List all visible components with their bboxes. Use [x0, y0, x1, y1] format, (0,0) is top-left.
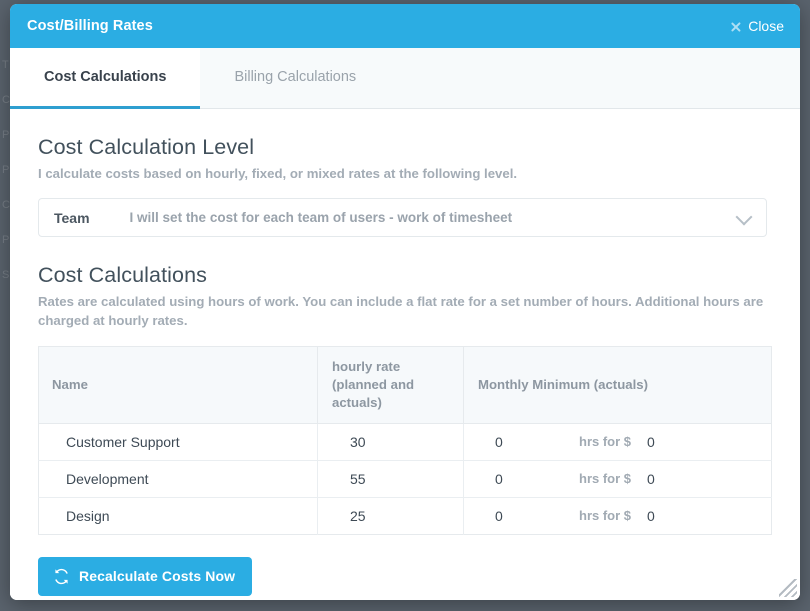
recalculate-costs-label: Recalculate Costs Now — [79, 568, 235, 584]
dialog-title: Cost/Billing Rates — [27, 18, 153, 34]
cell-monthly-minimum: 0 hrs for $ 0 — [464, 423, 772, 460]
cost-calculation-level-title: Cost Calculation Level — [38, 135, 776, 160]
dialog-resize-handle[interactable] — [779, 579, 797, 597]
monthly-minimum-label: hrs for $ — [579, 434, 631, 449]
table-row: Customer Support 30 0 hrs for $ 0 — [39, 423, 772, 460]
column-header-hourly-rate: hourly rate (planned and actuals) — [318, 347, 464, 423]
table-row: Development 55 0 hrs for $ 0 — [39, 460, 772, 497]
cost-rates-table: Name hourly rate (planned and actuals) M… — [38, 346, 772, 534]
monthly-minimum-hours-input[interactable]: 0 — [495, 471, 579, 487]
cost-calculation-level-selected-value: Team — [39, 210, 90, 226]
table-header-row: Name hourly rate (planned and actuals) M… — [39, 347, 772, 423]
column-header-name: Name — [39, 347, 318, 423]
cost-calculation-level-description: I calculate costs based on hourly, fixed… — [38, 164, 768, 183]
cost-calculation-level-select[interactable]: Team I will set the cost for each team o… — [38, 198, 767, 237]
tab-billing-calculations[interactable]: Billing Calculations — [200, 48, 390, 109]
table-row: Design 25 0 hrs for $ 0 — [39, 497, 772, 534]
monthly-minimum-amount-input[interactable]: 0 — [647, 434, 655, 450]
cell-hourly-rate[interactable]: 25 — [318, 497, 464, 534]
cell-monthly-minimum: 0 hrs for $ 0 — [464, 497, 772, 534]
monthly-minimum-amount-input[interactable]: 0 — [647, 508, 655, 524]
monthly-minimum-amount-input[interactable]: 0 — [647, 471, 655, 487]
chevron-down-icon — [736, 208, 753, 225]
cell-hourly-rate[interactable]: 55 — [318, 460, 464, 497]
monthly-minimum-label: hrs for $ — [579, 508, 631, 523]
recalculate-costs-button[interactable]: Recalculate Costs Now — [38, 557, 252, 596]
tab-cost-calculations[interactable]: Cost Calculations — [10, 48, 200, 109]
dialog-titlebar[interactable]: Cost/Billing Rates Close — [10, 4, 800, 48]
cell-name: Development — [39, 460, 318, 497]
cell-name: Design — [39, 497, 318, 534]
monthly-minimum-hours-input[interactable]: 0 — [495, 508, 579, 524]
dialog-body: Cost Calculation Level I calculate costs… — [10, 109, 800, 600]
cell-hourly-rate[interactable]: 30 — [318, 423, 464, 460]
cost-calculation-level-selected-description: I will set the cost for each team of use… — [90, 210, 513, 225]
close-button[interactable]: Close — [727, 14, 786, 38]
monthly-minimum-hours-input[interactable]: 0 — [495, 434, 579, 450]
cost-calculations-description: Rates are calculated using hours of work… — [38, 292, 768, 330]
dialog-tabs: Cost Calculations Billing Calculations — [10, 48, 800, 109]
cost-calculations-section: Cost Calculations Rates are calculated u… — [38, 263, 776, 596]
close-button-label: Close — [748, 18, 784, 34]
cost-billing-rates-dialog: Cost/Billing Rates Close Cost Calculatio… — [10, 4, 800, 600]
cell-name: Customer Support — [39, 423, 318, 460]
cost-calculations-title: Cost Calculations — [38, 263, 776, 288]
refresh-icon — [53, 568, 70, 585]
close-icon — [729, 20, 742, 33]
column-header-monthly-minimum: Monthly Minimum (actuals) — [464, 347, 772, 423]
monthly-minimum-label: hrs for $ — [579, 471, 631, 486]
cell-monthly-minimum: 0 hrs for $ 0 — [464, 460, 772, 497]
